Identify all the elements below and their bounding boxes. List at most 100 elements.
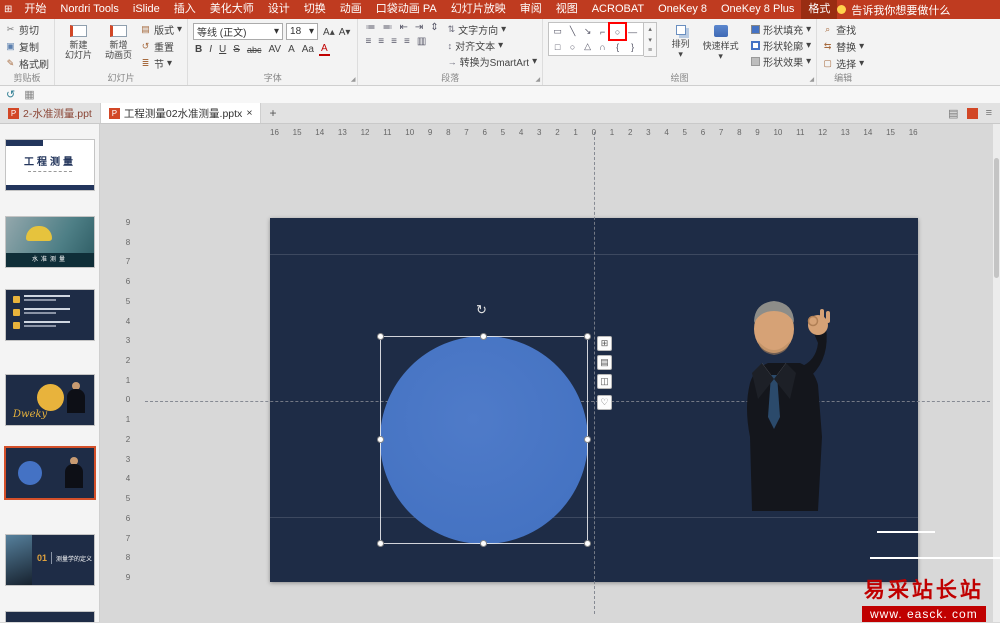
ribbon-tab[interactable]: 审阅 — [513, 0, 549, 19]
paragraph-align-button[interactable]: ▥ — [415, 36, 428, 47]
shape-tool-icon[interactable]: — — [625, 24, 640, 39]
ribbon-tab[interactable]: 动画 — [333, 0, 369, 19]
shape-fill-button[interactable]: 形状填充 ▾ — [751, 22, 811, 37]
ribbon-tab[interactable]: OneKey 8 — [651, 0, 714, 19]
section-button[interactable]: ≣ 节 ▾ — [140, 56, 182, 71]
shape-tool-icon[interactable]: ○ — [608, 22, 628, 41]
slide-thumbnail-6[interactable]: 01 测量学的定义 — [6, 535, 94, 585]
shape-tool-icon[interactable]: ○ — [565, 39, 580, 54]
font-size-step-button[interactable]: A▴ — [321, 27, 337, 38]
person-image[interactable] — [700, 287, 848, 511]
paragraph-tool-button[interactable]: ⇤ — [397, 22, 409, 33]
font-family-select[interactable]: 等线 (正文) ▾ — [193, 22, 284, 40]
slide-thumbnail-7[interactable] — [6, 612, 94, 622]
ribbon-tab[interactable]: 视图 — [549, 0, 585, 19]
rotation-handle[interactable]: ↻ — [476, 302, 487, 318]
shape-tool-icon[interactable]: ⌐ — [595, 24, 610, 39]
new-tab-button[interactable]: + — [261, 103, 284, 123]
paragraph-align-button[interactable]: ≡ — [376, 36, 386, 47]
document-tab-active[interactable]: P 工程测量02水准测量.pptx × — [100, 103, 262, 123]
shape-tool-icon[interactable]: } — [625, 39, 640, 54]
selection-handle[interactable] — [480, 333, 487, 340]
slide-thumbnail-3[interactable] — [6, 290, 94, 340]
drawing-dialog-launcher-icon[interactable]: ◢ — [810, 76, 815, 83]
selection-handle[interactable] — [377, 333, 384, 340]
ribbon-tab[interactable]: 设计 — [261, 0, 297, 19]
quick-styles-button[interactable]: 快速样式 ▾ — [702, 22, 739, 72]
paragraph-tool-button[interactable]: ⇥ — [413, 22, 425, 33]
tell-me-box[interactable]: 告诉我你想要做什么 — [837, 2, 950, 18]
selection-handle[interactable] — [377, 436, 384, 443]
paragraph-align-button[interactable]: ≡ — [363, 36, 373, 47]
cut-button[interactable]: ✂ 剪切 — [5, 22, 49, 37]
oval-shape[interactable] — [380, 336, 588, 544]
new-slide-button[interactable]: 新建 幻灯片 — [60, 22, 97, 72]
font-format-button[interactable]: I — [207, 44, 214, 55]
ribbon-tab[interactable]: 口袋动画 PA — [369, 0, 444, 19]
shape-tool-icon[interactable]: { — [610, 39, 625, 54]
gallery-scroll-button[interactable]: ≡ — [644, 45, 656, 56]
undo-icon[interactable]: ↺ — [6, 88, 15, 101]
document-tab-inactive[interactable]: P 2-水准测量.ppt — [0, 103, 101, 123]
shape-tool-icon[interactable]: ∩ — [595, 39, 610, 54]
selection-handle[interactable] — [480, 540, 487, 547]
tabbar-red-square-icon[interactable] — [966, 107, 978, 119]
paragraph-tool-button[interactable]: ≔ — [363, 22, 377, 33]
ribbon-tab[interactable]: 开始 — [17, 0, 53, 19]
ribbon-tab[interactable]: 切换 — [297, 0, 333, 19]
copy-button[interactable]: ▣ 复制 — [5, 39, 49, 54]
ribbon-tab[interactable]: 格式 — [801, 0, 838, 19]
paragraph-dialog-launcher-icon[interactable]: ◢ — [535, 76, 540, 83]
shape-tool-icon[interactable]: △ — [580, 39, 595, 54]
shape-tool-icon[interactable]: ↘ — [580, 24, 595, 39]
selection-handle[interactable] — [584, 436, 591, 443]
font-format-button[interactable]: U — [217, 44, 228, 55]
smartart-button[interactable]: → 转换为SmartArt ▾ — [448, 54, 537, 69]
vertical-scrollbar[interactable] — [993, 124, 1000, 622]
selection-handle[interactable] — [584, 540, 591, 547]
text-direction-button[interactable]: ⇅ 文字方向 ▾ — [448, 22, 537, 37]
slide-thumbnail-4[interactable]: Dweky — [6, 375, 94, 425]
font-format-button[interactable]: A — [318, 43, 330, 56]
font-format-button[interactable]: A — [286, 44, 297, 55]
ribbon-tab[interactable]: OneKey 8 Plus — [714, 0, 801, 19]
font-format-button[interactable]: abc — [245, 45, 264, 55]
grid-view-icon[interactable]: ▦ — [24, 88, 34, 101]
selection-handle[interactable] — [377, 540, 384, 547]
new-animation-page-button[interactable]: 新增 动画页 — [100, 22, 137, 72]
replace-button[interactable]: ⇆ 替换 ▾ — [822, 39, 864, 54]
font-dialog-launcher-icon[interactable]: ◢ — [351, 76, 356, 83]
paragraph-align-button[interactable]: ≡ — [402, 36, 412, 47]
ribbon-tab[interactable]: Nordri Tools — [53, 0, 126, 19]
tabbar-menu-icon[interactable]: ≡ — [986, 107, 992, 119]
ribbon-tab[interactable]: 插入 — [167, 0, 203, 19]
ribbon-tab[interactable]: iSlide — [126, 0, 167, 19]
mini-toolbar-button[interactable]: ◫ — [597, 374, 612, 389]
mini-toolbar-button[interactable]: ⊞ — [597, 336, 612, 351]
layout-button[interactable]: ▤ 版式 ▾ — [140, 22, 182, 37]
find-button[interactable]: ⌕ 查找 — [822, 22, 864, 37]
editing-canvas[interactable]: 16 15 14 13 12 11 10 9 8 7 6 5 4 3 2 1 0 1 2 3 4 5 6 7 8 9 10 11 12 1… — [100, 124, 1000, 622]
reset-button[interactable]: ↺ 重置 — [140, 39, 182, 54]
font-format-button[interactable]: B — [193, 44, 204, 55]
shape-tool-icon[interactable]: ▭ — [550, 24, 565, 39]
gallery-scroll-button[interactable]: ▴ — [644, 23, 656, 34]
select-button[interactable]: ▢ 选择 ▾ — [822, 56, 864, 71]
selection-handle[interactable] — [584, 333, 591, 340]
format-painter-button[interactable]: ✎ 格式刷 — [5, 56, 49, 71]
slide-thumbnail-1[interactable]: 工程测量 — [6, 140, 94, 190]
font-format-button[interactable]: AV — [266, 44, 283, 55]
gallery-scroll-button[interactable]: ▾ — [644, 34, 656, 45]
font-size-step-button[interactable]: A▾ — [337, 27, 353, 38]
shape-effects-button[interactable]: 形状效果 ▾ — [751, 54, 811, 69]
font-format-button[interactable]: S — [231, 44, 242, 55]
ribbon-tab[interactable]: ACROBAT — [585, 0, 651, 19]
save-icon[interactable]: ⊞ — [4, 4, 12, 15]
slide-thumbnail-2[interactable]: 水准测量 — [6, 217, 94, 267]
align-text-button[interactable]: ↕ 对齐文本 ▾ — [448, 38, 537, 53]
tabbar-tool-icon[interactable]: ▤ — [948, 107, 958, 120]
favorite-heart-button[interactable]: ♡ — [597, 395, 612, 410]
vertical-guide[interactable] — [594, 132, 595, 614]
font-format-button[interactable]: Aa — [300, 44, 316, 55]
ribbon-tab[interactable]: 美化大师 — [203, 0, 261, 19]
